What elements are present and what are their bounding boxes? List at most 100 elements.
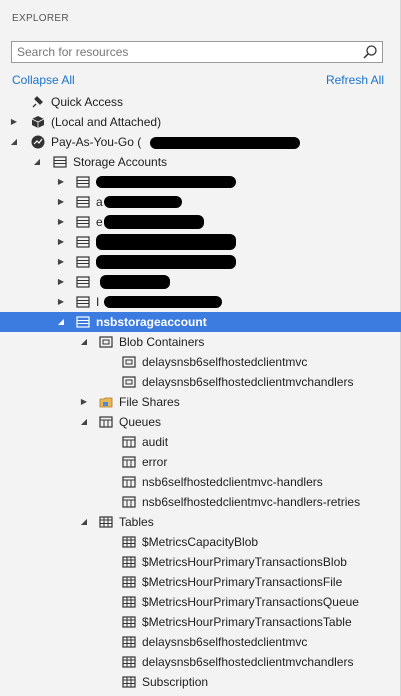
queue-icon — [122, 456, 136, 468]
tree-item-label: delaysnsb6selfhostedclientmvchandlers — [142, 375, 354, 389]
chevron-right-icon[interactable]: ▶ — [78, 392, 90, 412]
tree-item-table[interactable]: delaysnsb6selfhostedclientmvchandlers — [0, 652, 401, 672]
blob-container-icon — [122, 356, 136, 368]
folder-icon — [99, 397, 113, 408]
tree-item-label: audit — [142, 435, 169, 449]
tree-item-table[interactable]: $MetricsHourPrimaryTransactionsQueue — [0, 592, 401, 612]
table-icon — [122, 636, 136, 648]
tree-item-queue[interactable]: nsb6selfhostedclientmvc-handlers-retries — [0, 492, 401, 512]
queues-icon — [99, 416, 113, 428]
search-icon[interactable] — [362, 44, 378, 60]
table-icon — [122, 656, 136, 668]
tree-item-label: Subscription — [142, 675, 209, 689]
tree-item-label: e — [96, 215, 103, 229]
tree-item-label: delaysnsb6selfhostedclientmvchandlers — [142, 655, 354, 669]
chevron-right-icon[interactable]: ▶ — [55, 252, 67, 272]
tree-item-tables[interactable]: ◢ Tables — [0, 512, 401, 532]
queue-icon — [122, 496, 136, 508]
chevron-right-icon[interactable]: ▶ — [55, 172, 67, 192]
tree-item-storage-account-redacted[interactable]: ▶ — [0, 232, 401, 252]
tree-item-label: $MetricsHourPrimaryTransactionsQueue — [142, 595, 359, 609]
redaction-mark — [104, 296, 222, 308]
panel-title: EXPLORER — [12, 13, 69, 24]
chevron-right-icon[interactable]: ▶ — [55, 212, 67, 232]
tree-item-label: Blob Containers — [119, 335, 205, 349]
resource-tree: Quick Access ▶ (Local and Attached) ◢ Pa… — [0, 92, 401, 692]
storage-account-icon — [76, 276, 90, 288]
tree-item-storage-account-redacted[interactable]: ▶ — [0, 272, 401, 292]
tree-item-table[interactable]: Subscription — [0, 672, 401, 692]
tree-item-label: delaysnsb6selfhostedclientmvc — [142, 355, 308, 369]
tree-item-queue[interactable]: error — [0, 452, 401, 472]
storage-account-icon — [76, 176, 90, 188]
tree-item-table[interactable]: $MetricsHourPrimaryTransactionsTable — [0, 612, 401, 632]
tree-item-local-attached[interactable]: ▶ (Local and Attached) — [0, 112, 401, 132]
chevron-down-icon[interactable]: ◢ — [55, 312, 67, 332]
tree-item-blob[interactable]: delaysnsb6selfhostedclientmvc — [0, 352, 401, 372]
storage-account-icon — [76, 256, 90, 268]
table-icon — [122, 616, 136, 628]
tree-item-table[interactable]: $MetricsHourPrimaryTransactionsFile — [0, 572, 401, 592]
table-icon — [122, 576, 136, 588]
chevron-right-icon[interactable]: ▶ — [55, 232, 67, 252]
tree-item-queue[interactable]: audit — [0, 432, 401, 452]
redaction-mark — [96, 176, 236, 188]
explorer-panel: EXPLORER Collapse All Refresh All Quick … — [0, 0, 401, 696]
redaction-mark — [96, 255, 236, 269]
tree-item-label: nsb6selfhostedclientmvc-handlers — [142, 475, 323, 489]
tree-item-label: error — [142, 455, 168, 469]
collapse-all-link[interactable]: Collapse All — [12, 73, 75, 87]
table-icon — [122, 556, 136, 568]
tree-item-table[interactable]: delaysnsb6selfhostedclientmvc — [0, 632, 401, 652]
chevron-right-icon[interactable]: ▶ — [55, 272, 67, 292]
chevron-down-icon[interactable]: ◢ — [31, 152, 43, 172]
tree-item-label: Queues — [119, 415, 162, 429]
chevron-right-icon[interactable]: ▶ — [55, 192, 67, 212]
redaction-mark — [150, 137, 300, 149]
tree-item-label: nsbstorageaccount — [96, 315, 207, 329]
tree-item-blob[interactable]: delaysnsb6selfhostedclientmvchandlers — [0, 372, 401, 392]
search-input[interactable] — [12, 42, 352, 62]
tree-item-label: File Shares — [119, 395, 180, 409]
tree-item-table[interactable]: $MetricsHourPrimaryTransactionsBlob — [0, 552, 401, 572]
chevron-right-icon[interactable]: ▶ — [55, 292, 67, 312]
tree-item-storage-account-redacted[interactable]: ▶ I — [0, 292, 401, 312]
tree-item-label: I — [96, 295, 100, 309]
tree-item-label: Storage Accounts — [73, 155, 168, 169]
tables-icon — [99, 516, 113, 528]
chevron-down-icon[interactable]: ◢ — [8, 132, 20, 152]
queue-icon — [122, 436, 136, 448]
chevron-down-icon[interactable]: ◢ — [78, 512, 90, 532]
tree-item-queue[interactable]: nsb6selfhostedclientmvc-handlers — [0, 472, 401, 492]
cube-icon — [31, 116, 45, 128]
redaction-mark — [96, 234, 236, 250]
tree-item-label: Quick Access — [51, 95, 124, 109]
tree-item-label: (Local and Attached) — [51, 115, 162, 129]
tree-item-subscription[interactable]: ◢ Pay-As-You-Go ( — [0, 132, 401, 152]
blob-containers-icon — [99, 336, 113, 348]
tree-item-label: $MetricsCapacityBlob — [142, 535, 259, 549]
tree-item-label: $MetricsHourPrimaryTransactionsTable — [142, 615, 352, 629]
tree-item-storage-accounts[interactable]: ◢ Storage Accounts — [0, 152, 401, 172]
tree-item-label: nsb6selfhostedclientmvc-handlers-retries — [142, 495, 361, 509]
chevron-right-icon[interactable]: ▶ — [8, 112, 20, 132]
redaction-mark — [104, 196, 182, 208]
tree-item-queues[interactable]: ◢ Queues — [0, 412, 401, 432]
table-icon — [122, 676, 136, 688]
tree-item-blob-containers[interactable]: ◢ Blob Containers — [0, 332, 401, 352]
tree-item-storage-account-redacted[interactable]: ▶ — [0, 252, 401, 272]
tree-item-table[interactable]: $MetricsCapacityBlob — [0, 532, 401, 552]
tree-item-file-shares[interactable]: ▶ File Shares — [0, 392, 401, 412]
tree-item-nsbstorageaccount[interactable]: ◢ nsbstorageaccount — [0, 312, 401, 332]
tree-item-quick-access[interactable]: Quick Access — [0, 92, 401, 112]
search-box[interactable] — [11, 41, 383, 63]
table-icon — [122, 536, 136, 548]
chevron-down-icon[interactable]: ◢ — [78, 332, 90, 352]
tree-item-storage-account-redacted[interactable]: ▶ a — [0, 192, 401, 212]
refresh-all-link[interactable]: Refresh All — [326, 73, 384, 87]
tree-item-storage-account-redacted[interactable]: ▶ e — [0, 212, 401, 232]
redaction-mark — [104, 215, 204, 229]
tree-item-storage-account-redacted[interactable]: ▶ — [0, 172, 401, 192]
chevron-down-icon[interactable]: ◢ — [78, 412, 90, 432]
storage-account-icon — [76, 216, 90, 228]
